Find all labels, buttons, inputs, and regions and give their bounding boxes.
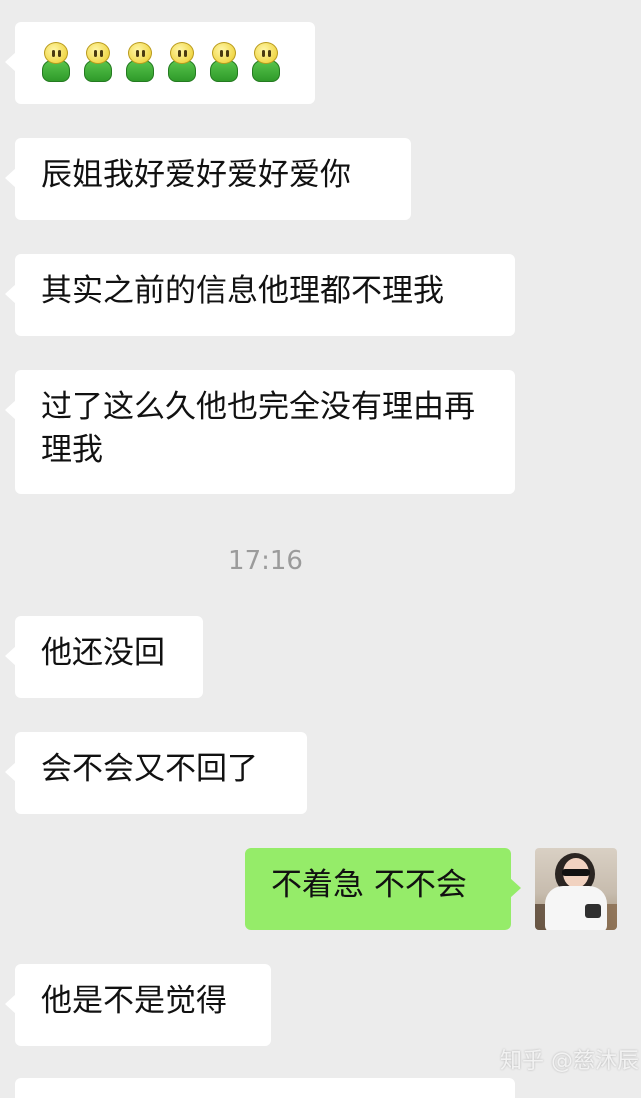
incoming-message-partial[interactable] <box>15 1078 515 1098</box>
message-text: 辰姐我好爱好爱好爱你 <box>41 157 351 193</box>
incoming-message[interactable]: 他还没回 <box>5 616 203 698</box>
green-figure-emoji-icon <box>165 42 199 82</box>
incoming-message-emoji[interactable] <box>5 22 315 104</box>
message-timestamp: 17:16 <box>228 546 303 576</box>
watermark: 知乎 @慈沐辰 <box>500 1049 639 1074</box>
green-figure-emoji-icon <box>39 42 73 82</box>
incoming-message[interactable]: 辰姐我好爱好爱好爱你 <box>5 138 411 220</box>
incoming-message[interactable]: 会不会又不回了 <box>5 732 307 814</box>
user-avatar[interactable] <box>535 848 617 930</box>
chat-window: 辰姐我好爱好爱好爱你 其实之前的信息他理都不理我 过了这么久他也完全没有理由再理… <box>0 0 641 1098</box>
message-text: 其实之前的信息他理都不理我 <box>41 273 444 309</box>
incoming-message[interactable]: 他是不是觉得 <box>5 964 271 1046</box>
green-figure-emoji-icon <box>207 42 241 82</box>
message-text: 他还没回 <box>41 635 165 671</box>
incoming-message[interactable]: 过了这么久他也完全没有理由再理我 <box>5 370 515 494</box>
message-text: 过了这么久他也完全没有理由再理我 <box>41 389 475 468</box>
message-text: 不着急 不不会 <box>271 867 467 903</box>
green-figure-emoji-icon <box>81 42 115 82</box>
incoming-message[interactable]: 其实之前的信息他理都不理我 <box>5 254 515 336</box>
message-text: 会不会又不回了 <box>41 751 258 787</box>
emoji-row <box>15 22 315 102</box>
green-figure-emoji-icon <box>123 42 157 82</box>
green-figure-emoji-icon <box>249 42 283 82</box>
message-text: 他是不是觉得 <box>41 983 227 1019</box>
outgoing-message[interactable]: 不着急 不不会 <box>245 848 521 930</box>
